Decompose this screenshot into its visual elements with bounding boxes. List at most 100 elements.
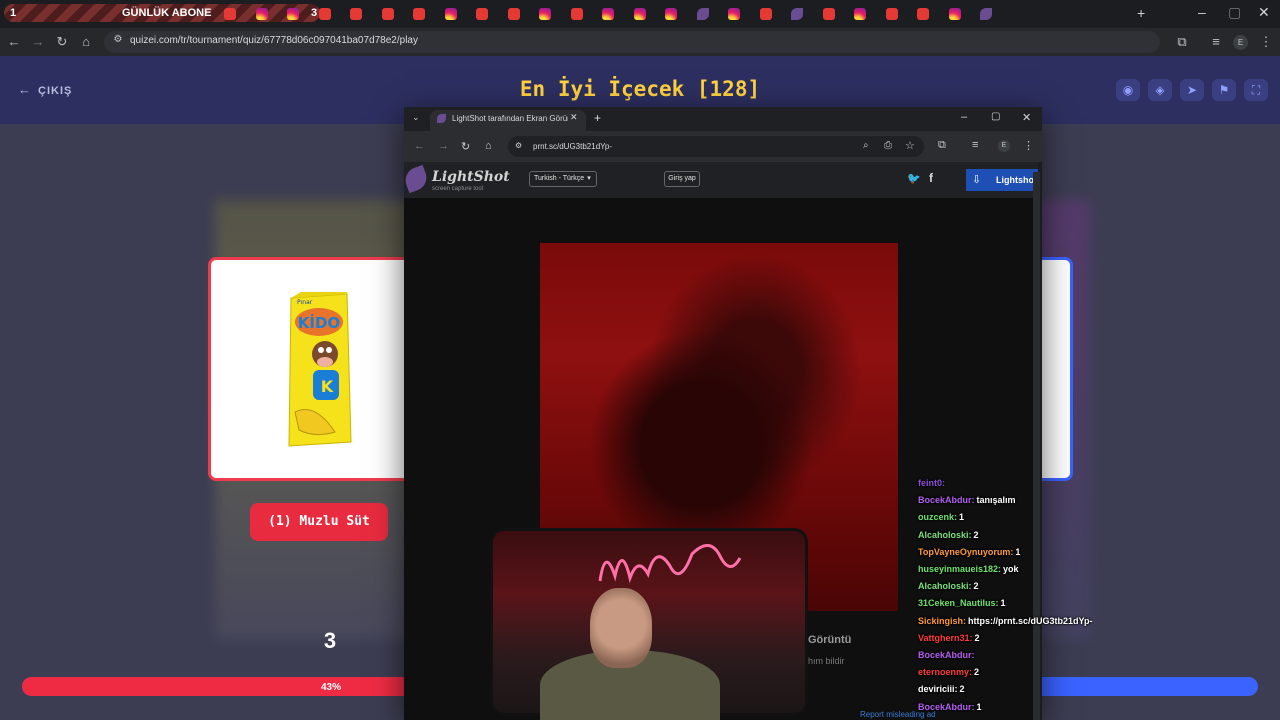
back-icon[interactable]: ← (6, 34, 22, 49)
popup-reload-icon[interactable]: ↻ (461, 140, 470, 153)
popup-home-icon[interactable]: ⌂ (485, 140, 492, 152)
instagram-favicon-icon[interactable] (287, 8, 299, 20)
popup-media-icon[interactable]: ≡ (972, 139, 978, 151)
youtube-favicon-icon[interactable] (917, 8, 929, 20)
new-tab-button[interactable]: + (1137, 5, 1145, 21)
zoom-icon[interactable]: ⌕ (863, 140, 869, 151)
screenshot-caption: Görüntü (808, 634, 852, 646)
close-tab-icon[interactable]: ✕ (570, 112, 578, 123)
fullscreen-icon[interactable]: ⛶ (1244, 79, 1268, 101)
chat-username: eternoenmy: (918, 667, 973, 678)
chat-username: BocekAbdur: (918, 495, 975, 506)
reload-icon[interactable]: ↻ (54, 34, 70, 50)
chat-text: 2 (959, 684, 965, 695)
chat-text: 1 (1015, 546, 1021, 557)
popup-extensions-icon[interactable]: ⧉ (938, 139, 946, 152)
facebook-icon[interactable]: f (929, 171, 933, 185)
streamer-head (590, 588, 652, 668)
chat-message: TopVayneOynuyorum: 1 (918, 547, 1020, 557)
language-select[interactable]: Turkish - Türkçe ▾ (529, 171, 597, 187)
chat-username: Alcaholoski: (918, 529, 972, 540)
chat-message: ouzcenk: 1 (918, 512, 964, 522)
popup-site-info-icon[interactable]: ⚙ (515, 141, 522, 150)
instagram-favicon-icon[interactable] (539, 8, 551, 20)
eye-icon[interactable]: ◉ (1116, 79, 1140, 101)
round-number: 3 (323, 628, 337, 653)
chat-username: Vattghern31: (918, 632, 973, 643)
chat-message: BocekAbdur: tanışalım (918, 495, 1016, 505)
chat-message: Alcaholoski: 2 (918, 530, 979, 540)
instagram-favicon-icon[interactable] (948, 8, 961, 20)
chat-message: Vattghern31: 2 (918, 633, 980, 643)
popup-scrollbar[interactable] (1033, 172, 1040, 720)
chat-username: BocekAbdur: (918, 650, 975, 660)
twitter-icon[interactable]: 🐦 (907, 172, 921, 185)
instagram-favicon-icon[interactable] (665, 8, 677, 20)
chat-message: Alcaholoski: 2 (918, 581, 979, 591)
home-icon[interactable]: ⌂ (78, 34, 94, 49)
lightshot-favicon-icon[interactable] (791, 8, 803, 20)
instagram-favicon-icon[interactable] (633, 8, 646, 20)
profile-avatar[interactable]: E (1233, 35, 1248, 50)
youtube-favicon-icon[interactable] (413, 8, 425, 20)
kido-milk-carton-image: KİDO Pınar K (288, 292, 352, 447)
instagram-favicon-icon[interactable] (602, 8, 614, 20)
share-send-icon[interactable]: ➤ (1180, 79, 1204, 101)
instagram-favicon-icon[interactable] (854, 8, 866, 20)
chat-text: 2 (973, 529, 979, 540)
youtube-favicon-icon[interactable] (570, 8, 583, 20)
chat-text: tanışalım (976, 495, 1016, 506)
chat-text: 1 (976, 701, 982, 712)
youtube-favicon-icon[interactable] (885, 8, 898, 20)
browser-menu-icon[interactable]: ⋮ (1258, 34, 1274, 50)
popup-tab-title: LightShot tarafından Ekran Görüntüsü (452, 114, 568, 123)
close-window-icon[interactable]: ✕ (1258, 4, 1270, 21)
youtube-favicon-icon[interactable] (507, 8, 520, 20)
instagram-favicon-icon[interactable] (255, 8, 268, 20)
shapes-icon[interactable]: ◈ (1148, 79, 1172, 101)
youtube-favicon-icon[interactable] (224, 8, 236, 20)
popup-back-icon[interactable]: ← (414, 140, 425, 152)
maximize-icon[interactable]: ▢ (1228, 4, 1241, 21)
youtube-favicon-icon[interactable] (381, 8, 394, 20)
popup-bookmark-icon[interactable]: ☆ (905, 139, 915, 152)
popup-new-tab-icon[interactable]: + (594, 111, 601, 125)
lightshot-logo[interactable]: LightShot (432, 169, 510, 185)
kido-brand-text: KİDO (298, 313, 340, 332)
popup-forward-icon[interactable]: → (438, 140, 449, 152)
popup-close-icon[interactable]: ✕ (1022, 111, 1031, 124)
instagram-favicon-icon[interactable] (728, 8, 740, 20)
popup-minimize-icon[interactable]: – (961, 111, 967, 123)
chat-username: huseyinmaueis182: (918, 564, 1002, 574)
install-app-icon[interactable]: ⎙ (884, 140, 892, 151)
chat-text: 2 (973, 581, 979, 592)
chat-message: feint0: (918, 478, 947, 488)
chat-username: Alcaholoski: (918, 581, 972, 592)
extensions-icon[interactable]: ⧉ (1174, 34, 1190, 50)
media-controls-icon[interactable]: ≡ (1208, 34, 1224, 49)
youtube-favicon-icon[interactable] (318, 8, 331, 20)
youtube-favicon-icon[interactable] (476, 8, 488, 20)
login-button[interactable]: Giriş yap (664, 171, 700, 187)
chevron-down-icon: ▾ (587, 175, 591, 182)
youtube-favicon-icon[interactable] (822, 8, 835, 20)
screenshot-report-text[interactable]: hım bildir (808, 656, 845, 666)
minimize-icon[interactable]: – (1198, 4, 1206, 20)
youtube-favicon-icon[interactable] (759, 8, 772, 20)
lightshot-favicon-icon[interactable] (980, 8, 992, 20)
report-flag-icon[interactable]: ⚑ (1212, 79, 1236, 101)
lightshot-favicon-icon[interactable] (696, 8, 709, 20)
lightshot-favicon-icon (437, 114, 446, 123)
instagram-favicon-icon[interactable] (444, 8, 457, 20)
tab-search-icon[interactable]: ⌄ (412, 112, 420, 123)
popup-profile-avatar[interactable]: E (998, 140, 1010, 152)
popup-menu-icon[interactable]: ⋮ (1023, 139, 1034, 152)
choice-label-button[interactable]: (1) Muzlu Süt (250, 503, 388, 541)
chat-username: 31Ceken_Nautilus: (918, 598, 999, 609)
chat-text: https://prnt.sc/dUG3tb21dYp- (968, 615, 1093, 626)
forward-icon[interactable]: → (30, 34, 46, 49)
youtube-favicon-icon[interactable] (350, 8, 362, 20)
lightshot-logo-subtitle: screen capture tool (432, 186, 484, 192)
popup-maximize-icon[interactable]: ▢ (991, 111, 1000, 122)
site-info-icon[interactable]: ⚙ (110, 34, 126, 45)
